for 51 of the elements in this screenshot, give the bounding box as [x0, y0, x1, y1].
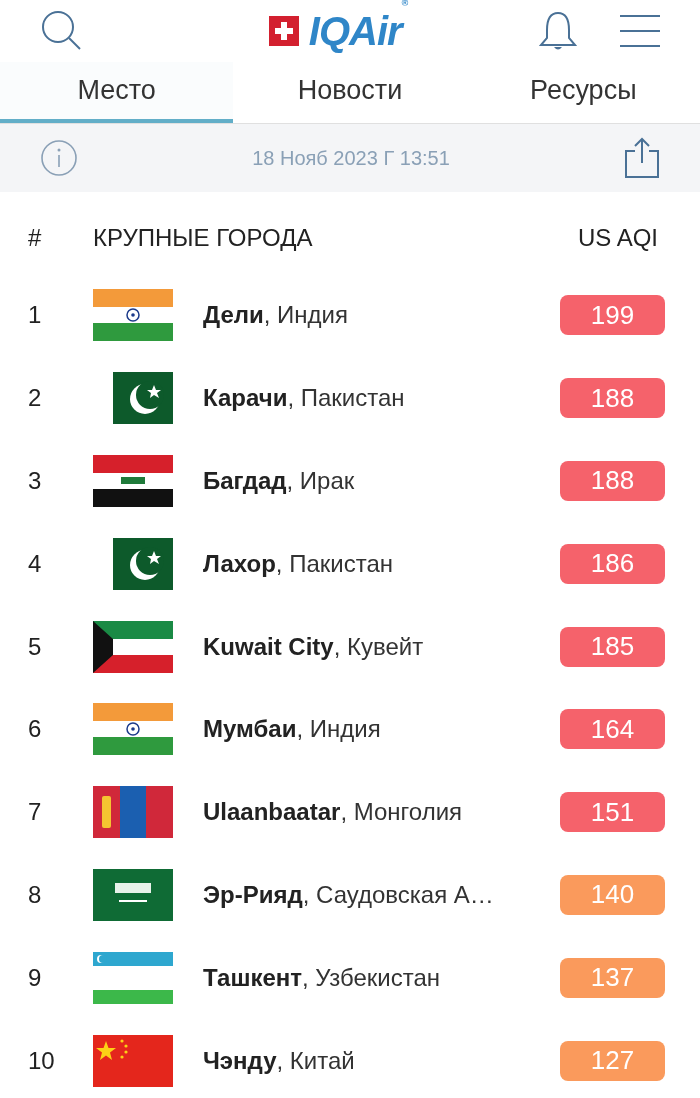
- rank: 8: [27, 879, 43, 910]
- city-name[interactable]: Kuwait City, Кувейт: [203, 628, 550, 665]
- rank: 7: [27, 797, 43, 828]
- bell-icon[interactable]: [538, 10, 578, 52]
- city-name[interactable]: Дели, Индия: [203, 297, 550, 334]
- rank: 3: [27, 466, 43, 496]
- tab[interactable]: Место: [0, 62, 234, 123]
- flag-icon: [93, 289, 173, 342]
- share-icon[interactable]: [624, 137, 660, 179]
- aqi-badge: 140: [560, 874, 665, 915]
- flag-icon: [93, 786, 173, 839]
- tab[interactable]: Ресурсы: [466, 62, 700, 123]
- flag-icon: [93, 620, 173, 673]
- tab[interactable]: Новости: [233, 62, 467, 123]
- aqi-badge: 151: [560, 792, 665, 833]
- aqi-badge: 164: [560, 709, 665, 750]
- flag-icon: [113, 537, 173, 590]
- aqi-badge: 188: [560, 461, 665, 501]
- city-name[interactable]: Чэнду, Китай: [203, 1042, 550, 1079]
- flag-icon: [93, 868, 173, 921]
- column-header: US AQI: [576, 223, 659, 253]
- aqi-badge: 137: [560, 957, 665, 998]
- city-name[interactable]: Мумбаи, Индия: [203, 711, 550, 748]
- aqi-badge: 185: [560, 626, 665, 667]
- flag-icon: [93, 1034, 173, 1087]
- flag-icon: [113, 372, 173, 425]
- city-name[interactable]: Багдад, Ирак: [203, 463, 550, 499]
- flag-icon: [93, 703, 173, 756]
- rank: 1: [27, 300, 43, 331]
- city-name[interactable]: Эр-Рияд, Саудовская А…: [203, 876, 550, 913]
- rank: 9: [27, 962, 43, 993]
- column-header: КРУПНЫЕ ГОРОДА: [93, 223, 314, 253]
- rank: 4: [27, 548, 43, 579]
- flag-icon: [93, 455, 173, 507]
- rank: 10: [27, 1045, 56, 1076]
- city-name[interactable]: Карачи, Пакистан: [203, 380, 550, 417]
- column-header: #: [27, 223, 43, 253]
- flag-icon: [93, 951, 173, 1004]
- city-name[interactable]: Лахор, Пакистан: [203, 545, 550, 582]
- rank: 2: [27, 383, 43, 414]
- swiss-cross-icon: [268, 16, 299, 46]
- rank: 5: [27, 631, 43, 662]
- menu-icon[interactable]: [620, 14, 660, 48]
- city-name[interactable]: Ulaanbaatar, Монголия: [203, 794, 550, 831]
- aqi-badge: 186: [560, 543, 665, 584]
- city-name[interactable]: Ташкент, Узбекистан: [203, 959, 550, 996]
- aqi-badge: 127: [560, 1040, 665, 1081]
- date-time: 18 Нояб 2023 Г 13:51: [251, 146, 451, 171]
- aqi-badge: 199: [560, 295, 665, 336]
- aqi-badge: 188: [560, 378, 665, 419]
- rank: 6: [27, 714, 43, 745]
